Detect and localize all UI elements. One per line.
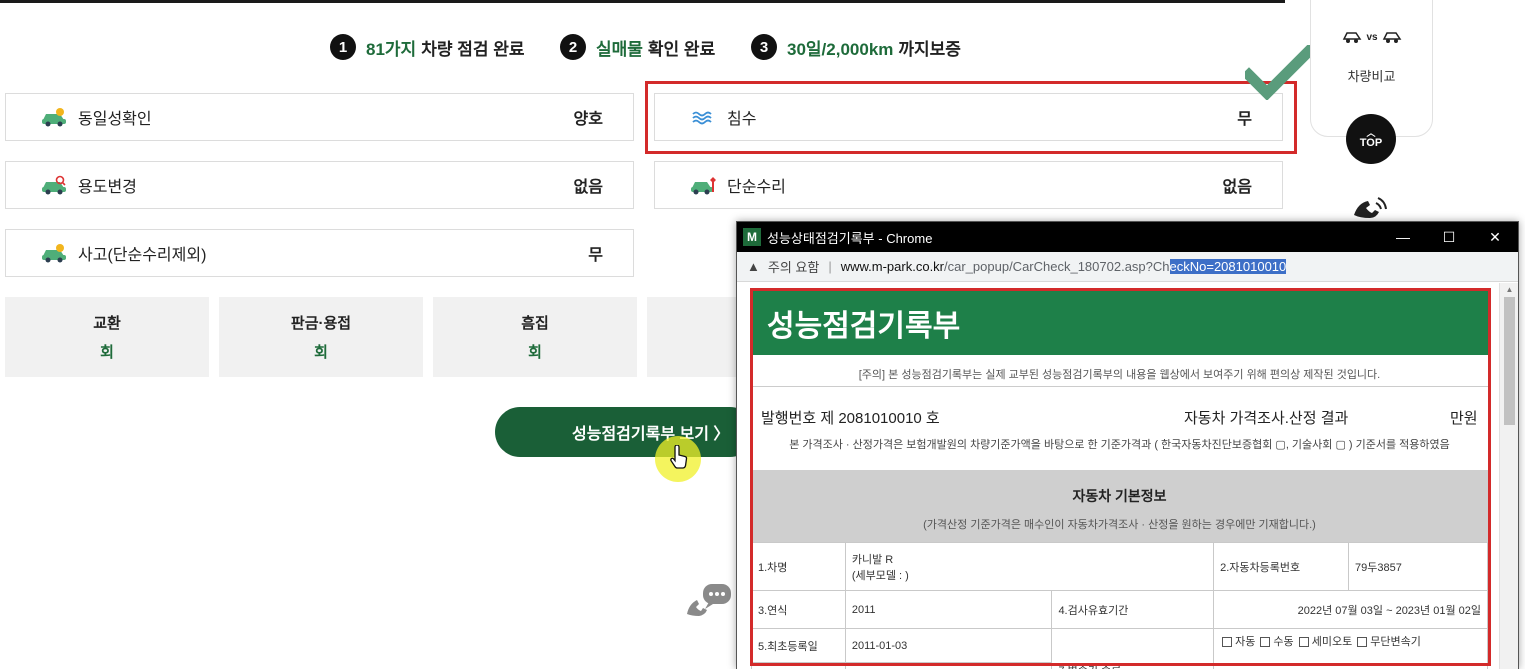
compare-vs-text: vs <box>1366 31 1378 43</box>
document-highlight-box <box>750 288 1491 666</box>
check-label: 사고(단순수리제외) <box>78 247 207 264</box>
check-row-simple-repair: 단순수리 없음 <box>654 161 1283 209</box>
count-label: 흠집 <box>521 315 549 332</box>
check-row-use-change: 용도변경 없음 <box>5 161 634 209</box>
step-highlight: 81가지 <box>366 39 417 59</box>
top-label: TOP <box>1359 137 1383 149</box>
hand-cursor-icon <box>670 445 688 469</box>
popup-title: 성능상태점검기록부 - Chrome <box>767 230 933 246</box>
count-label: 교환 <box>93 315 121 332</box>
address-divider: | <box>828 259 832 274</box>
step-number: 2 <box>560 34 586 60</box>
check-value: 없음 <box>573 179 603 196</box>
check-value: 없음 <box>1222 179 1252 196</box>
compare-label[interactable]: 차량비교 <box>1310 66 1433 85</box>
count-value: 회 <box>528 344 542 361</box>
count-value: 회 <box>100 344 114 361</box>
step-highlight: 실매물 <box>596 39 643 59</box>
url-selected: eckNo=2081010010 <box>1169 259 1287 274</box>
compare-icon[interactable]: vs <box>1342 26 1402 48</box>
document-viewport: 성능점검기록부 [주의] 본 성능점검기록부는 실제 교부된 성능점검기록부의 … <box>737 283 1499 669</box>
count-exchange: 교환 회 <box>5 297 209 377</box>
check-row-accident: 사고(단순수리제외) 무 <box>5 229 634 277</box>
flood-highlight-box <box>645 81 1297 154</box>
security-warning: 주의 요함 <box>767 260 820 275</box>
close-button[interactable]: ✕ <box>1472 222 1518 252</box>
count-more <box>647 297 747 377</box>
check-value: 양호 <box>573 111 603 128</box>
step-text: 확인 완료 <box>647 39 716 59</box>
top-divider <box>0 0 1285 3</box>
check-label: 동일성확인 <box>78 111 152 128</box>
check-row-identity: 동일성확인 양호 <box>5 93 634 141</box>
checkmark-icon <box>1245 45 1315 100</box>
chrome-popup-window: M 성능상태점검기록부 - Chrome — ☐ ✕ ▲ 주의 요함 | www… <box>736 221 1519 669</box>
check-value: 무 <box>588 247 603 264</box>
url-domain: www.m-park.co.kr <box>840 259 945 274</box>
step-3: 3 30일/2,000km 까지보증 <box>751 33 961 61</box>
step-1: 1 81가지 차량 점검 완료 <box>330 33 525 61</box>
step-text: 까지보증 <box>898 39 961 59</box>
count-value: 회 <box>314 344 328 361</box>
step-number: 1 <box>330 34 356 60</box>
step-highlight: 30일/2,000km <box>787 39 894 59</box>
url-path: /car_popup/CarCheck_180702.asp?Ch <box>944 259 1170 274</box>
chevron-up-icon: ︿ <box>1366 128 1376 138</box>
phone-call-icon[interactable] <box>1350 195 1392 221</box>
chat-consult-icon[interactable] <box>683 584 733 624</box>
car-search-icon <box>40 174 68 196</box>
count-scratch: 흠집 회 <box>433 297 637 377</box>
popup-titlebar[interactable]: M 성능상태점검기록부 - Chrome — ☐ ✕ <box>737 222 1518 252</box>
step-text: 차량 점검 완료 <box>421 39 525 59</box>
maximize-button[interactable]: ☐ <box>1426 222 1472 252</box>
view-inspection-record-button[interactable]: 성능점검기록부 보기 〉 <box>495 407 755 457</box>
count-label: 판금·용접 <box>290 315 352 332</box>
car-check-icon <box>40 242 68 264</box>
scroll-up-arrow-icon[interactable]: ▲ <box>1500 285 1519 297</box>
scrollbar-thumb[interactable] <box>1504 297 1515 425</box>
step-number: 3 <box>751 34 777 60</box>
address-bar[interactable]: ▲ 주의 요함 | www.m-park.co.kr/car_popup/Car… <box>737 252 1518 282</box>
app-logo-icon: M <box>743 228 761 246</box>
count-panel-welding: 판금·용접 회 <box>219 297 423 377</box>
scroll-top-button[interactable]: ︿ TOP <box>1346 114 1396 164</box>
minimize-button[interactable]: — <box>1380 222 1426 252</box>
url-text[interactable]: www.m-park.co.kr/car_popup/CarCheck_1807… <box>841 259 1287 274</box>
car-wrench-icon <box>689 174 717 196</box>
warning-icon: ▲ <box>747 259 760 274</box>
step-2: 2 실매물 확인 완료 <box>560 33 715 61</box>
car-check-icon <box>40 106 68 128</box>
check-label: 용도변경 <box>78 179 137 196</box>
scrollbar[interactable]: ▲ <box>1499 283 1518 669</box>
check-label: 단순수리 <box>727 179 786 196</box>
